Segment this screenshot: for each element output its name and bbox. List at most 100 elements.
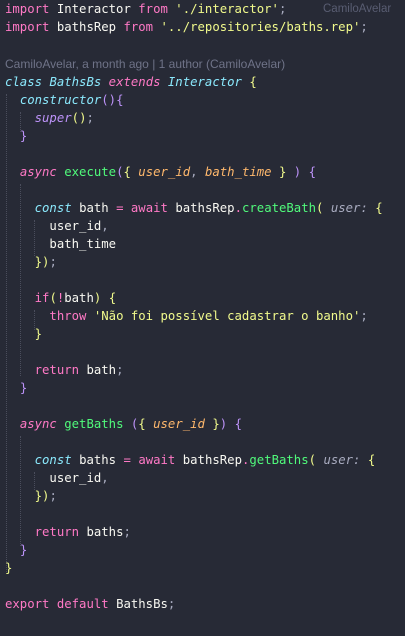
token-brace: { (116, 93, 124, 107)
token-brace: } (19, 381, 28, 395)
code-line-constructor[interactable]: constructor(){ (5, 91, 405, 109)
token-function: constructor (19, 93, 102, 107)
token-brace: } (5, 561, 13, 575)
token-parameter: bath_time (204, 165, 272, 179)
code-line-getbaths[interactable]: async getBaths ({ user_id }) { (5, 415, 405, 433)
code-line-class-declaration[interactable]: class BathsBs extends Interactor { (5, 73, 405, 91)
token-punctuation: ; (86, 111, 94, 125)
code-line[interactable]: } (5, 541, 405, 559)
token-identifier: user_id (49, 219, 102, 233)
token-identifier: baths (79, 453, 117, 467)
token-brace: { (108, 291, 117, 305)
token-identifier: bath_time (49, 237, 117, 251)
token-brace: { (308, 165, 317, 179)
token-identifier: bath (79, 201, 109, 215)
token-keyword: default (56, 597, 109, 611)
code-line-const-bath[interactable]: const bath = await bathsRep.createBath( … (5, 199, 405, 217)
token-identifier: user_id (49, 471, 102, 485)
code-line-if[interactable]: if(!bath) { (5, 289, 405, 307)
token-keyword: import (5, 2, 50, 16)
code-line[interactable]: } (5, 325, 405, 343)
token-keyword: const (34, 453, 72, 467)
token-brace: } (34, 255, 43, 269)
code-line[interactable]: } (5, 379, 405, 397)
token-identifier: bathsRep (175, 201, 235, 215)
token-class-name: Interactor (167, 75, 242, 89)
token-inlay-hint: user: (323, 453, 361, 467)
code-line-throw[interactable]: throw 'Não foi possível cadastrar o banh… (5, 307, 405, 325)
code-line-const-baths[interactable]: const baths = await bathsRep.getBaths( u… (5, 451, 405, 469)
token-keyword: await (130, 201, 168, 215)
token-identifier: BathsBs (116, 597, 168, 611)
code-line[interactable]: } (5, 127, 405, 145)
code-line[interactable]: }); (5, 253, 405, 271)
code-line-return[interactable]: return bath; (5, 361, 405, 379)
token-keyword: const (34, 201, 72, 215)
code-line-super[interactable]: super(); (5, 109, 405, 127)
token-keyword: if (34, 291, 50, 305)
token-paren: ( (101, 93, 109, 107)
inline-git-blame[interactable]: CamiloAvelar (323, 0, 391, 18)
token-function: execute (64, 165, 117, 179)
token-punctuation: ; (167, 597, 176, 611)
token-keyword: extends (108, 75, 161, 89)
token-identifier: bath (86, 363, 117, 377)
code-line-export[interactable]: export default BathsBs; (5, 595, 405, 613)
token-function: getBaths (64, 417, 124, 431)
code-line-execute[interactable]: async execute({ user_id, bath_time } ) { (5, 163, 405, 181)
token-class-name: BathsBs (49, 75, 102, 89)
code-line[interactable]: bath_time (5, 235, 405, 253)
git-blame-codelens[interactable]: CamiloAvelar, a month ago | 1 author (Ca… (5, 55, 405, 73)
code-line-2[interactable]: import bathsRep from '../repositories/ba… (5, 18, 405, 36)
token-punctuation: . (234, 201, 242, 215)
token-keyword: async (19, 417, 57, 431)
code-line-return[interactable]: return baths; (5, 523, 405, 541)
token-punctuation: ; (49, 255, 57, 269)
token-identifier: Interactor (49, 2, 139, 16)
token-keyword: return (34, 363, 80, 377)
code-line[interactable]: user_id, (5, 469, 405, 487)
code-line[interactable]: } (5, 559, 405, 577)
token-paren: ) (108, 93, 117, 107)
code-line[interactable]: user_id, (5, 217, 405, 235)
token-identifier: bathsRep (182, 453, 242, 467)
token-inlay-hint: user: (330, 201, 368, 215)
token-paren: ( (71, 111, 80, 125)
token-brace: } (19, 543, 28, 557)
token-identifier: bathsRep (49, 20, 124, 34)
code-line[interactable]: }); (5, 487, 405, 505)
code-editor[interactable]: import Interactor from './interactor'; C… (0, 0, 405, 636)
token-punctuation: ; (49, 489, 57, 503)
token-string: '../repositories/baths.rep' (160, 20, 361, 34)
token-keyword: throw (49, 309, 87, 323)
token-punctuation: ; (278, 2, 287, 16)
token-punctuation: ; (360, 309, 368, 323)
